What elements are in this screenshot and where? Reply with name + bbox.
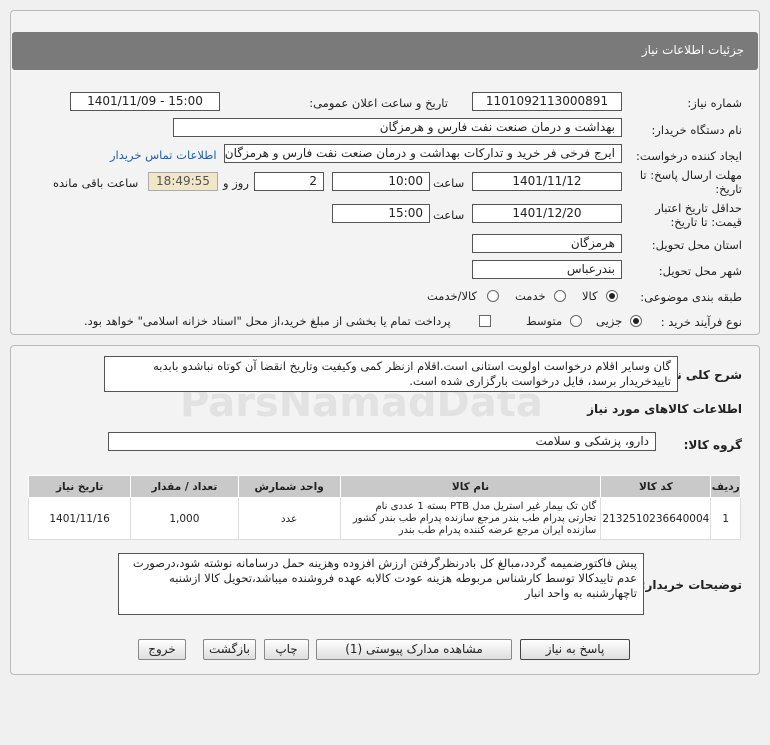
buyer-contact-link[interactable]: اطلاعات تماس خریدار (110, 148, 217, 162)
cell-qty: 1,000 (130, 497, 239, 540)
category-goods-radio[interactable] (606, 290, 618, 302)
announce-field: 1401/11/09 - 15:00 (70, 92, 220, 111)
goods-group-field: دارو، پزشکی و سلامت (108, 432, 656, 451)
back-button[interactable]: بازگشت (203, 639, 256, 660)
page-title-bar: جزئیات اطلاعات نیاز (12, 32, 758, 70)
payment-note: پرداخت تمام یا بخشی از مبلغ خرید،از محل … (84, 314, 451, 328)
announce-label: تاریخ و ساعت اعلان عمومی: (309, 96, 448, 110)
cell-date: 1401/11/16 (27, 497, 132, 540)
goods-info-title: اطلاعات کالاهای مورد نیاز (587, 402, 742, 416)
category-service-label: خدمت (515, 289, 546, 303)
table-row: 1 2132510236640004 گان تک بیمار غیر استر… (27, 497, 741, 540)
deadline-label-2: تاریخ: (715, 182, 742, 196)
process-medium-radio[interactable] (570, 315, 582, 327)
buyer-notes-field: پیش فاکتورضمیمه گردد،مبالغ کل بادرنظرگرف… (118, 553, 644, 615)
city-label: شهر محل تحویل: (658, 264, 742, 278)
remaining-time-field: 18:49:55 (148, 172, 218, 191)
process-label: نوع فرآیند خرید : (660, 315, 742, 329)
header-name: نام کالا (339, 475, 602, 498)
print-button[interactable]: چاپ (264, 639, 309, 660)
buyer-notes-label: توضیحات خریدار: (640, 578, 742, 592)
need-number-field: 1101092113000891 (472, 92, 622, 111)
header-row-no: ردیف (710, 475, 741, 498)
days-field: 2 (254, 172, 324, 191)
remaining-label: ساعت باقی مانده (53, 176, 139, 190)
treasury-payment-checkbox[interactable] (479, 315, 491, 327)
header-date: تاریخ نیاز (27, 475, 132, 498)
category-goods-service-label: کالا/خدمت (427, 289, 478, 303)
header-unit: واحد شمارش (237, 475, 341, 498)
header-qty: تعداد / مقدار (130, 475, 239, 498)
process-partial-label: جزیی (596, 314, 623, 328)
province-label: استان محل تحویل: (651, 238, 742, 252)
validity-label: حداقل تاریخ اعتبار (655, 201, 742, 215)
deadline-label: مهلت ارسال پاسخ: تا (639, 168, 742, 182)
validity-time-field: 15:00 (332, 204, 430, 223)
exit-button[interactable]: خروج (138, 639, 186, 660)
page-title: جزئیات اطلاعات نیاز (641, 43, 744, 57)
province-field: هرمزگان (472, 234, 622, 253)
goods-table: ردیف کد کالا نام کالا واحد شمارش تعداد /… (27, 475, 741, 540)
goods-group-label: گروه کالا: (683, 438, 742, 452)
cell-row-no: 1 (710, 497, 741, 540)
deadline-time-label: ساعت (433, 176, 465, 190)
creator-field: ایرج فرخی فر خرید و تدارکات بهداشت و درم… (224, 144, 622, 163)
cell-unit: عدد (237, 497, 341, 540)
category-goods-service-radio[interactable] (487, 290, 499, 302)
city-field: بندرعباس (472, 260, 622, 279)
view-attachments-button[interactable]: مشاهده مدارک پیوستی (1) (316, 639, 512, 660)
validity-label-2: قیمت: تا تاریخ: (670, 215, 742, 229)
cell-code: 2132510236640004 (600, 497, 712, 540)
category-label: طبقه بندی موضوعی: (640, 290, 742, 304)
need-number-label: شماره نیاز: (687, 96, 742, 110)
process-medium-label: متوسط (526, 314, 563, 328)
general-desc-field: گان وسایر اقلام درخواست اولویت استانی اس… (104, 356, 678, 392)
deadline-time-field: 10:00 (332, 172, 430, 191)
creator-label: ایجاد کننده درخواست: (636, 149, 742, 163)
header-code: کد کالا (600, 475, 712, 498)
process-partial-radio[interactable] (630, 315, 642, 327)
category-service-radio[interactable] (554, 290, 566, 302)
validity-time-label: ساعت (433, 208, 465, 222)
buyer-org-label: نام دستگاه خریدار: (651, 123, 742, 137)
deadline-date-field: 1401/11/12 (472, 172, 622, 191)
validity-date-field: 1401/12/20 (472, 204, 622, 223)
days-label: روز و (223, 176, 249, 190)
category-goods-label: کالا (582, 289, 598, 303)
table-header-row: ردیف کد کالا نام کالا واحد شمارش تعداد /… (27, 475, 741, 498)
buyer-org-field: بهداشت و درمان صنعت نفت فارس و هرمزگان (173, 118, 622, 137)
cell-name: گان تک بیمار غیر استریل مدل PTB بسته 1 ع… (339, 497, 602, 540)
reply-button[interactable]: پاسخ به نیاز (520, 639, 630, 660)
